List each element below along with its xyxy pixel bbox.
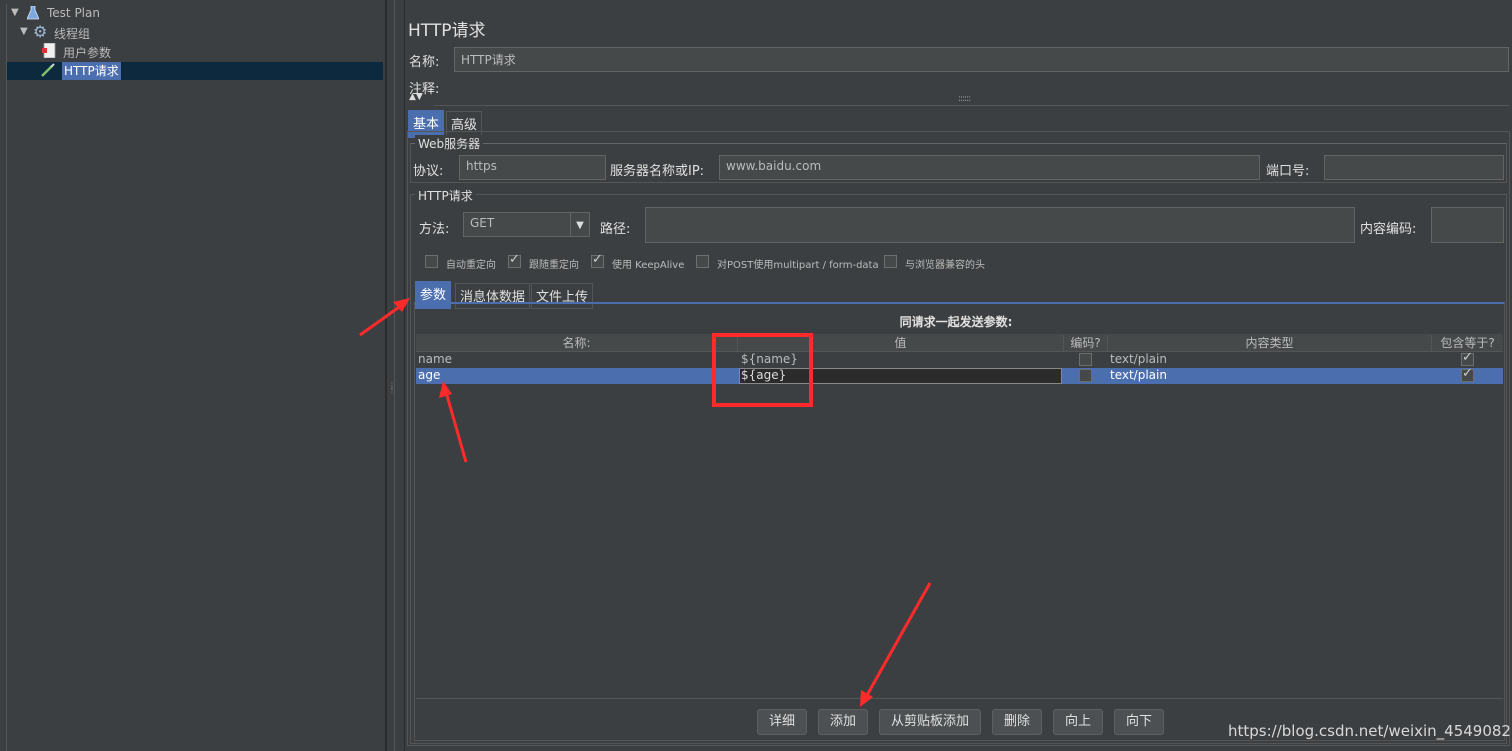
arrow-to-params-tab — [359, 303, 403, 337]
arrow-to-age-row — [444, 391, 468, 463]
annotation-arrows — [359, 298, 932, 707]
arrow-to-add-button-head — [860, 690, 873, 707]
arrow-to-add-button — [864, 582, 932, 698]
arrow-to-age-row-head — [439, 381, 452, 398]
